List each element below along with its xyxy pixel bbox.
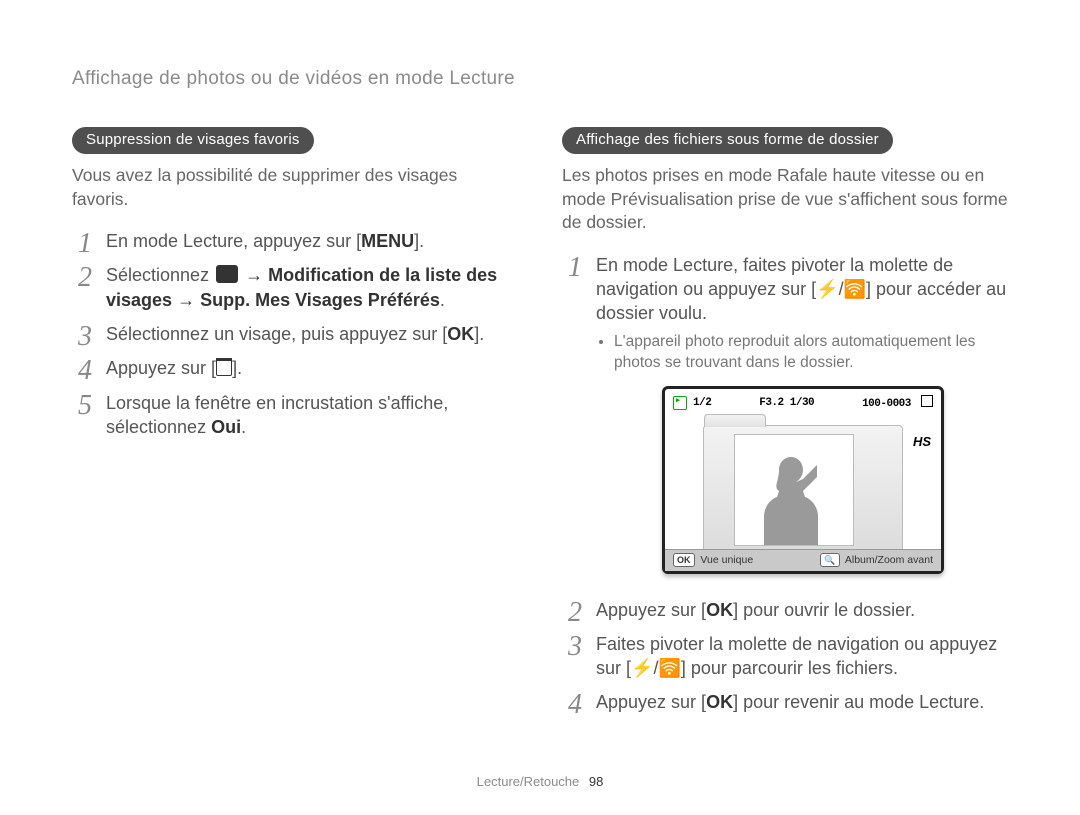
right-step-1-note: L'appareil photo reproduit alors automat… xyxy=(614,330,1008,376)
right-steps: En mode Lecture, faites pivoter la molet… xyxy=(562,249,1008,721)
arrow-icon: → xyxy=(172,290,200,310)
right-intro-text: Les photos prises en mode Rafale haute v… xyxy=(562,164,1008,235)
text: Lorsque la fenêtre en incrustation s'aff… xyxy=(106,393,448,437)
two-column-layout: Suppression de visages favoris Vous avez… xyxy=(72,126,1008,721)
text: ]. xyxy=(474,324,484,344)
text: Appuyez sur [ xyxy=(106,358,216,378)
text: ] pour revenir au mode Lecture. xyxy=(733,692,984,712)
text: ]. xyxy=(414,231,424,251)
breadcrumb: Affichage de photos ou de vidéos en mode… xyxy=(72,66,1008,92)
left-step-3: Sélectionnez un visage, puis appuyez sur… xyxy=(72,318,518,352)
text: 100-0003 xyxy=(862,398,911,410)
flash-icon: ⚡ xyxy=(631,656,653,680)
right-step-4: Appuyez sur [OK] pour revenir au mode Le… xyxy=(562,686,1008,720)
wifi-icon: 🛜 xyxy=(844,277,866,301)
zoom-chip-icon: 🔍 xyxy=(820,553,839,567)
bold-text: Supp. Mes Visages Préférés xyxy=(200,290,440,310)
bold-text: Oui xyxy=(211,417,241,437)
text: . xyxy=(241,417,246,437)
right-step-2: Appuyez sur [OK] pour ouvrir le dossier. xyxy=(562,594,1008,628)
folder-icon xyxy=(703,425,903,553)
section-pill-left: Suppression de visages favoris xyxy=(72,127,314,154)
left-intro-text: Vous avez la possibilité de supprimer de… xyxy=(72,164,518,211)
section-pill-right: Affichage des fichiers sous forme de dos… xyxy=(562,127,893,154)
text: . xyxy=(440,290,445,310)
ok-key-icon: OK xyxy=(706,690,733,714)
text: Sélectionnez un visage, puis appuyez sur… xyxy=(106,324,447,344)
left-step-1: En mode Lecture, appuyez sur [MENU]. xyxy=(72,225,518,259)
file-number: 100-0003 xyxy=(862,395,933,412)
right-step-3: Faites pivoter la molette de navigation … xyxy=(562,628,1008,687)
bottom-left-label: Vue unique xyxy=(700,554,753,566)
camera-preview-illustration: 1/2 F3.2 1/30 100-0003 HS xyxy=(662,386,942,574)
manual-page: Affichage de photos ou de vidéos en mode… xyxy=(0,0,1080,721)
right-step-1: En mode Lecture, faites pivoter la molet… xyxy=(562,249,1008,594)
text: Appuyez sur [ xyxy=(596,600,706,620)
arrow-icon: → xyxy=(240,265,268,285)
page-footer: Lecture/Retouche 98 xyxy=(0,773,1080,791)
menu-key-icon: MENU xyxy=(361,229,414,253)
exposure-readout: F3.2 1/30 xyxy=(711,396,862,411)
trash-icon xyxy=(216,358,232,376)
text: Sélectionnez xyxy=(106,265,214,285)
person-silhouette-icon xyxy=(755,451,827,545)
left-step-5: Lorsque la fenêtre en incrustation s'aff… xyxy=(72,387,518,446)
text: ]. xyxy=(232,358,242,378)
footer-section: Lecture/Retouche xyxy=(477,774,580,789)
note-item: L'appareil photo reproduit alors automat… xyxy=(614,330,1008,376)
text: Appuyez sur [ xyxy=(596,692,706,712)
text: ] pour parcourir les fichiers. xyxy=(681,658,898,678)
ok-key-icon: OK xyxy=(706,598,733,622)
wifi-icon: 🛜 xyxy=(658,656,680,680)
camera-bottom-bar: OK Vue unique 🔍 Album/Zoom avant xyxy=(665,549,941,571)
image-counter: 1/2 xyxy=(693,396,711,411)
camera-info-bar: 1/2 F3.2 1/30 100-0003 xyxy=(673,395,933,412)
text: En mode Lecture, appuyez sur [ xyxy=(106,231,361,251)
hs-badge: HS xyxy=(913,433,931,451)
album-icon xyxy=(216,265,238,283)
ok-key-icon: OK xyxy=(447,322,474,346)
folder-tab-icon xyxy=(704,414,766,427)
left-step-2: Sélectionnez → Modification de la liste … xyxy=(72,259,518,318)
left-steps: En mode Lecture, appuyez sur [MENU]. Sél… xyxy=(72,225,518,445)
left-column: Suppression de visages favoris Vous avez… xyxy=(72,126,518,721)
ok-chip-icon: OK xyxy=(673,553,695,567)
left-step-4: Appuyez sur []. xyxy=(72,352,518,386)
memory-icon xyxy=(921,395,933,407)
page-number: 98 xyxy=(589,774,603,789)
camera-screen: 1/2 F3.2 1/30 100-0003 HS xyxy=(662,386,944,574)
flash-icon: ⚡ xyxy=(816,277,838,301)
bottom-right-label: Album/Zoom avant xyxy=(845,554,933,566)
right-column: Affichage des fichiers sous forme de dos… xyxy=(562,126,1008,721)
text: ] pour ouvrir le dossier. xyxy=(733,600,915,620)
photo-thumbnail xyxy=(734,434,854,546)
playmode-icon xyxy=(673,396,687,410)
